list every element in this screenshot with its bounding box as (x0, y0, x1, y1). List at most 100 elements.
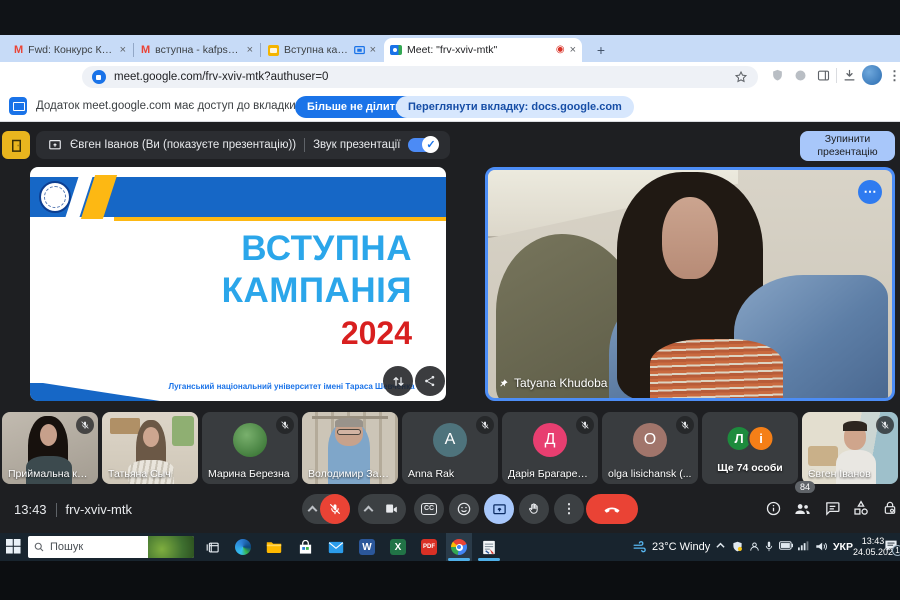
close-tab-icon[interactable]: × (570, 45, 576, 56)
reactions-button[interactable] (449, 494, 479, 524)
activities-icon[interactable] (851, 498, 871, 518)
browser-menu-icon[interactable]: ⋮ (888, 68, 900, 84)
overflow-participants-tile[interactable]: Л і Ще 74 особи (702, 412, 798, 484)
tab-meet-active[interactable]: Meet: "frv-xviv-mtk" ◉ × (384, 38, 582, 62)
close-tab-icon[interactable]: × (370, 45, 376, 56)
photo-shape (808, 446, 838, 466)
view-shared-tab-button[interactable]: Переглянути вкладку: docs.google.com (396, 96, 634, 118)
shield-icon[interactable] (770, 68, 785, 83)
tray-mic-icon[interactable] (764, 541, 774, 552)
pinned-widget-icon[interactable] (2, 131, 30, 159)
tab-slides[interactable]: Вступна кампанія 2024_28 × (262, 38, 382, 62)
cast-icon (354, 46, 365, 55)
participant-tile[interactable]: Євген Іванов (802, 412, 898, 484)
tray-network-icon[interactable] (797, 541, 809, 551)
tray-shield-icon[interactable] (732, 541, 743, 552)
notification-panel-icon[interactable]: 1 (884, 539, 898, 552)
file-explorer-icon[interactable] (265, 538, 283, 556)
more-options-button[interactable]: ⋮ (554, 494, 584, 524)
gmail-icon: M (14, 45, 23, 56)
participant-tile[interactable]: Приймальна ком... (2, 412, 98, 484)
speaker-name-label: Tatyana Khudoba (498, 376, 607, 390)
excel-icon[interactable]: X (389, 538, 407, 556)
participant-tile[interactable]: Марина Березна (202, 412, 298, 484)
profile-avatar[interactable] (862, 65, 882, 85)
new-tab-button[interactable]: + (592, 41, 610, 59)
task-view-icon[interactable] (203, 538, 221, 556)
weather-text[interactable]: 23°C Windy (652, 541, 710, 553)
slide-year: 2024 (341, 315, 412, 352)
participant-tile[interactable]: O olga lisichansk (... (602, 412, 698, 484)
presentation-audio-toggle[interactable]: ✓ (408, 138, 438, 152)
participant-name: Дарія Брагаренко (508, 468, 592, 480)
chevron-up-icon[interactable] (308, 505, 318, 515)
toolbar-divider (836, 68, 837, 83)
download-icon[interactable] (842, 68, 857, 83)
taskbar-search-input[interactable]: Пошук (28, 536, 194, 558)
presentation-slide-tile[interactable]: ВСТУПНА КАМПАНІЯ 2024 Луганський націона… (30, 167, 446, 401)
photo-shape (40, 424, 57, 446)
camera-control-group[interactable] (358, 494, 406, 524)
hand-raise-button[interactable] (519, 494, 549, 524)
eco-icon[interactable] (793, 68, 808, 83)
tab-gmail-2[interactable]: M вступна - kafpsunz@gmail.com × (135, 38, 259, 62)
mic-off-icon (876, 416, 894, 434)
participant-tile[interactable]: Володимир Заб... (302, 412, 398, 484)
pdf-icon[interactable]: PDF (420, 538, 438, 556)
recording-indicator-icon: ◉ (556, 45, 565, 55)
presenter-label: Євген Іванов (Ви (показуєте презентацію)… (70, 139, 296, 151)
tab-gmail-1[interactable]: M Fwd: Конкурс Кропивницький × (8, 38, 132, 62)
presenter-info-pill: Євген Іванов (Ви (показуєте презентацію)… (36, 131, 450, 159)
side-panel-icon[interactable] (816, 68, 831, 83)
present-to-tab-icon (48, 138, 62, 152)
share-icon[interactable] (415, 366, 445, 396)
search-highlight-image (148, 536, 194, 558)
participant-tile[interactable]: A Anna Rak (402, 412, 498, 484)
chevron-up-icon[interactable] (364, 505, 374, 515)
participant-tile[interactable]: Д Дарія Брагаренко (502, 412, 598, 484)
captions-button[interactable]: CC (414, 494, 444, 524)
url-text[interactable]: meet.google.com/frv-xviv-mtk?authuser=0 (114, 71, 726, 83)
tab-title: Meet: "frv-xviv-mtk" (407, 44, 551, 56)
camera-button[interactable] (376, 494, 406, 524)
word-icon[interactable]: W (358, 538, 376, 556)
mic-control-group[interactable] (302, 494, 350, 524)
mic-mute-button[interactable] (320, 494, 350, 524)
photo-shape (650, 339, 783, 401)
photo-shape (172, 416, 194, 446)
mail-icon[interactable] (327, 538, 345, 556)
windows-start-icon[interactable] (6, 539, 21, 554)
chrome-icon[interactable] (450, 538, 468, 556)
tray-person-icon[interactable] (749, 541, 760, 552)
present-button-active[interactable] (484, 494, 514, 524)
photo-shape (143, 427, 159, 447)
edge-icon[interactable] (234, 538, 252, 556)
document-app-icon[interactable] (480, 538, 498, 556)
close-tab-icon[interactable]: × (120, 45, 126, 56)
store-icon[interactable] (296, 538, 314, 556)
info-icon[interactable] (763, 498, 783, 518)
tile-options-icon[interactable]: ⋯ (858, 180, 882, 204)
stop-presentation-button[interactable]: Зупинити презентацію (800, 131, 895, 161)
bookmark-star-icon[interactable] (734, 70, 748, 84)
tray-chevron-icon[interactable] (716, 541, 725, 550)
end-call-button[interactable] (586, 494, 638, 524)
host-controls-lock-icon[interactable] (880, 498, 900, 518)
overflow-avatar: і (748, 425, 775, 452)
chat-icon[interactable] (822, 498, 842, 518)
search-placeholder: Пошук (50, 541, 148, 553)
tray-battery-icon[interactable] (779, 541, 793, 550)
swap-arrows-icon[interactable] (383, 366, 413, 396)
people-icon[interactable] (792, 498, 812, 518)
language-indicator[interactable]: УКР (833, 541, 853, 553)
address-bar[interactable]: meet.google.com/frv-xviv-mtk?authuser=0 (82, 66, 758, 88)
main-speaker-video[interactable]: Tatyana Khudoba ⋯ (485, 167, 895, 401)
tab-divider (260, 43, 261, 57)
slide-corner-wedge (30, 377, 160, 401)
participant-tile[interactable]: Татьяна Сыч (102, 412, 198, 484)
participant-name: olga lisichansk (... (608, 468, 692, 480)
tray-speaker-icon[interactable] (815, 541, 828, 552)
close-tab-icon[interactable]: × (247, 45, 253, 56)
overflow-avatars: Л і (726, 425, 775, 452)
participant-photo-avatar (233, 423, 267, 457)
